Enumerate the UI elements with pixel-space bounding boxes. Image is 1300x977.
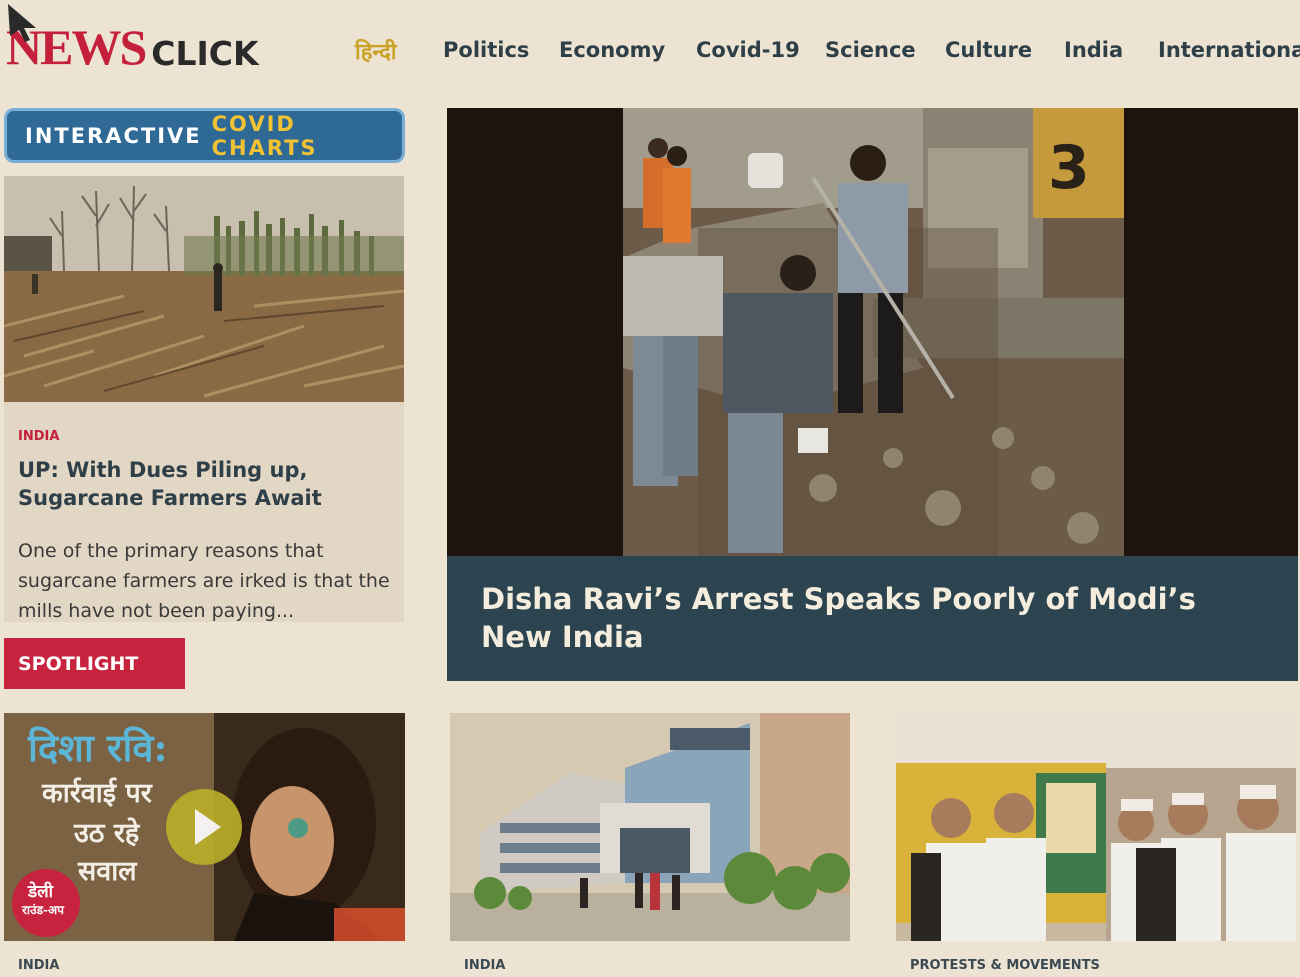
nav-item-politics[interactable]: Politics	[443, 38, 529, 62]
video-badge-line-2: राउंड-अप	[22, 903, 64, 917]
nav-item-culture[interactable]: Culture	[945, 38, 1032, 62]
sugarcane-field-image[interactable]	[4, 176, 404, 402]
video-badge-line-1: डेली	[28, 882, 54, 902]
left-story-excerpt: One of the primary reasons that sugarcan…	[18, 540, 390, 622]
nav-item-hindi[interactable]: हिन्दी	[355, 36, 397, 66]
hero-story[interactable]: 3 Disha Ravi’s Arrest Speaks Poorly of M…	[447, 108, 1298, 681]
nav-item-covid-19[interactable]: Covid-19	[696, 38, 800, 62]
left-story-title[interactable]: UP: With Dues Piling up, Sugarcane Farme…	[18, 456, 398, 514]
interactive-covid-charts-button[interactable]: INTERACTIVE COVID CHARTS	[4, 108, 405, 163]
left-story-category[interactable]: INDIA	[18, 429, 59, 444]
office-building-thumbnail[interactable]	[450, 713, 850, 941]
nav-item-economy[interactable]: Economy	[559, 38, 665, 62]
svg-text:3: 3	[1048, 133, 1090, 203]
site-header: NEWS CLICK हिन्दी Politics Economy Covid…	[0, 0, 1300, 100]
video-hindi-line-3: उठ रहे	[74, 818, 140, 849]
bottom-card-2-category[interactable]: INDIA	[464, 958, 505, 973]
main-nav: हिन्दी Politics Economy Covid-19 Science…	[0, 38, 1300, 72]
spotlight-label[interactable]: SPOTLIGHT	[4, 638, 185, 689]
video-hindi-line-1: दिशा रवि:	[28, 725, 168, 770]
covid-button-label-1: INTERACTIVE	[25, 123, 202, 148]
nav-item-international[interactable]: International	[1158, 38, 1300, 62]
nav-item-science[interactable]: Science	[825, 38, 916, 62]
bottom-card-1-category[interactable]: INDIA	[18, 958, 59, 973]
nav-item-india[interactable]: India	[1064, 38, 1123, 62]
logo-cursor-icon	[8, 4, 36, 42]
disha-ravi-video-thumbnail[interactable]: दिशा रवि: कार्रवाई पर उठ रहे सवाल डेली र…	[4, 713, 405, 941]
hero-cleanup-photo[interactable]: 3	[623, 108, 1124, 556]
video-hindi-line-4: सवाल	[78, 856, 137, 887]
video-hindi-line-2: कार्रवाई पर	[42, 778, 152, 809]
left-story-card[interactable]: INDIA UP: With Dues Piling up, Sugarcane…	[4, 176, 404, 622]
bottom-card-3-category[interactable]: PROTESTS & MOVEMENTS	[910, 958, 1100, 973]
play-icon[interactable]	[166, 789, 242, 865]
covid-button-label-2: COVID CHARTS	[211, 111, 318, 160]
hero-caption[interactable]: Disha Ravi’s Arrest Speaks Poorly of Mod…	[447, 556, 1298, 681]
farmers-protest-thumbnail[interactable]	[896, 713, 1296, 941]
hero-title[interactable]: Disha Ravi’s Arrest Speaks Poorly of Mod…	[481, 580, 1264, 656]
